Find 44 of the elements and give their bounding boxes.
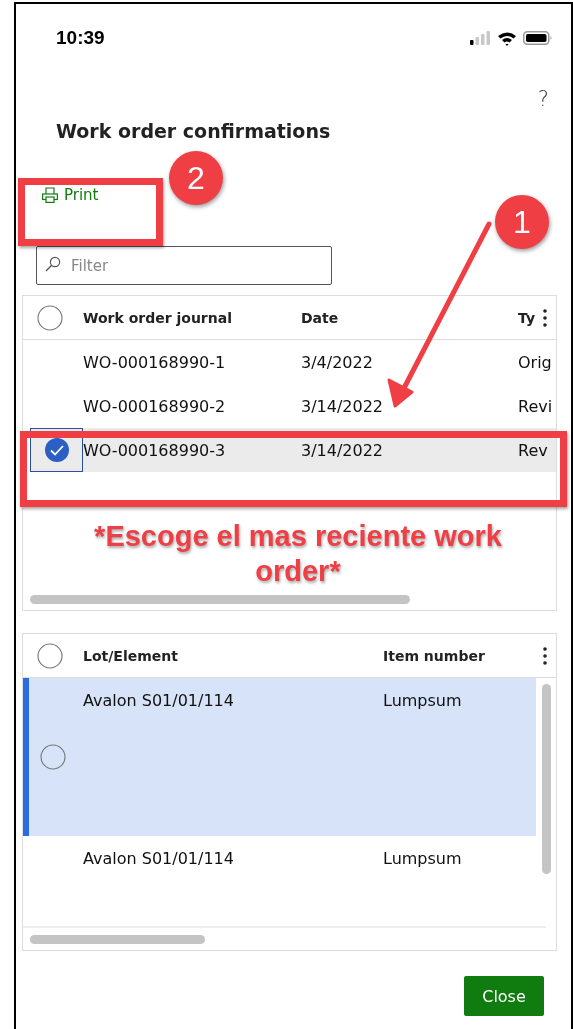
wifi-icon [497,30,517,46]
table-cell-text: WO-000168990-1 [83,352,227,372]
table-row[interactable]: WO-000168990-2 3/14/2022 Revi [23,384,556,428]
table-cell-text: Lumpsum [383,848,463,868]
clock-time: 10:39 [56,27,105,49]
table-cell-text: WO-000168990-2 [83,396,227,416]
more-icon [542,645,548,666]
table-cell-text: Revi [518,396,554,416]
table-cell-text: 3/4/2022 [301,352,374,372]
filter-field[interactable]: Filter [36,246,332,285]
table-row[interactable]: Avalon S01/01/114 Lumpsum [23,836,536,926]
table-cell-text: Avalon S01/01/114 [83,848,235,868]
column-header[interactable]: Ty [518,309,542,326]
scrollbar-thumb[interactable] [541,684,551,874]
column-header[interactable]: Date [301,309,518,326]
annotation-note: *Escoge el mas reciente work order* [93,519,503,589]
signal-icon [469,31,491,45]
more-icon [542,307,548,328]
scrollbar-thumb[interactable] [30,594,410,604]
column-header[interactable]: Lot/Element [83,647,383,664]
scrollbar-thumb[interactable] [30,934,205,944]
table-cell-text: Rev [518,440,549,460]
table-cell-text: WO-000168990-3 [83,440,227,460]
selected-row[interactable]: Avalon S01/01/114 Lumpsum [23,678,536,836]
radio-circle [40,744,66,770]
battery-icon [523,31,553,45]
table-cell-text: Lumpsum [383,690,463,710]
column-header[interactable]: Item number [383,647,542,664]
number-badge: 1 [495,195,549,249]
print-button[interactable]: Print [40,180,101,210]
radio-circle [37,304,63,331]
search-icon [45,256,61,272]
table-cell-text: 3/14/2022 [301,440,385,460]
page-title: Work order confirmations [56,120,332,144]
close-button[interactable]: Close [464,976,544,1016]
table-cell-text: 3/14/2022 [301,396,385,416]
printer-icon [42,187,58,203]
table-row[interactable]: WO-000168990-1 3/4/2022 Orig [23,340,556,384]
help-button[interactable]: ? [537,84,549,114]
radio-circle [37,642,63,669]
number-badge: 2 [169,151,223,205]
table-cell-text: Orig [518,352,553,372]
column-header[interactable]: Work order journal [83,309,301,326]
table-cell-text: Avalon S01/01/114 [83,690,235,710]
